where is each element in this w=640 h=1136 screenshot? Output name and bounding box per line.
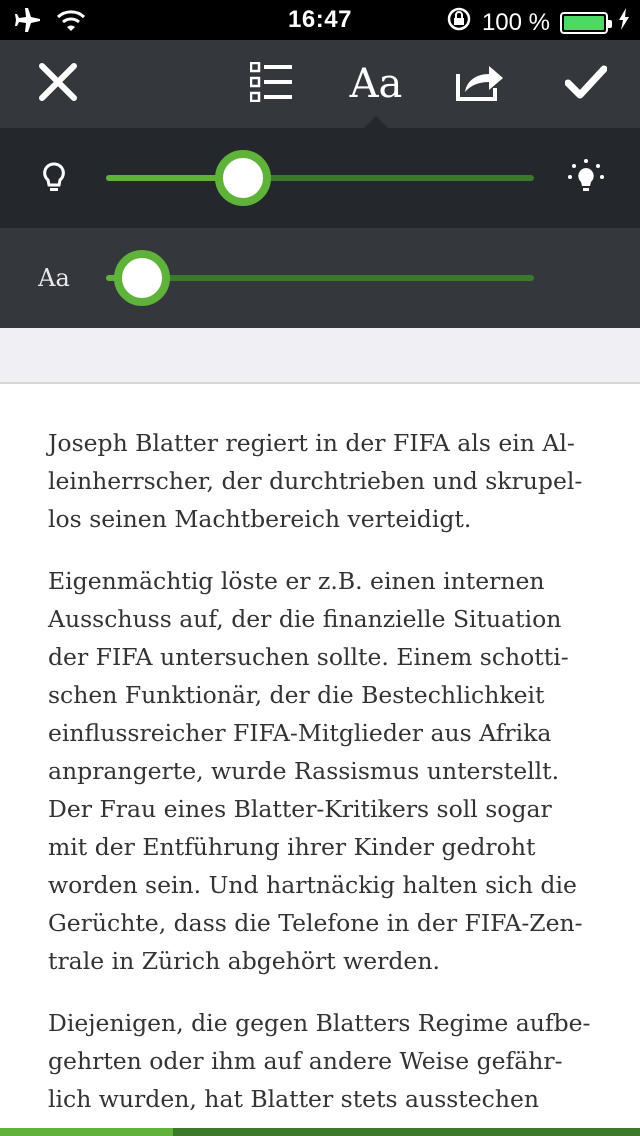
- article-line: Diejenigen, die gegen Blatters Regime au…: [48, 1009, 591, 1037]
- article-line: Der Frau eines Blatter-Kritikers soll so…: [48, 795, 552, 823]
- article-line: lich wurden, hat Blatter stets aussteche…: [48, 1085, 539, 1113]
- battery-icon: [560, 11, 612, 34]
- article-line: worden sein. Und hartnäckig halten sich …: [48, 871, 577, 899]
- font-size-slider-knob[interactable]: [114, 250, 171, 306]
- article-paragraph: Diejenigen, die gegen Blatters Regime au…: [48, 1004, 608, 1118]
- charging-icon: [618, 8, 630, 37]
- reader-toolbar: Aa: [0, 40, 640, 128]
- article-line: los seinen Machtbereich verteidigt.: [48, 505, 472, 533]
- article-line: schen Funktionär, der die Bestechlichkei…: [48, 681, 545, 709]
- font-size-slider[interactable]: [106, 250, 534, 306]
- battery-text: 100 %: [481, 8, 550, 36]
- article-body: Joseph Blatter regiert in der FIFA als e…: [48, 424, 608, 1136]
- share-button[interactable]: [440, 40, 520, 128]
- bulb-dim-icon: [34, 128, 74, 228]
- brightness-slider-knob[interactable]: [214, 150, 271, 206]
- article-paragraph: Eigenmächtig löste er z.B. einen interne…: [48, 562, 608, 980]
- article-line: mit der Entführung ihrer Kinder gedroht: [48, 833, 536, 861]
- checkmark-icon: [564, 65, 608, 103]
- list-icon: [249, 61, 292, 106]
- share-icon: [455, 62, 505, 106]
- done-button[interactable]: [546, 40, 626, 128]
- article-line: der FIFA untersuchen sollte. Einem schot…: [48, 643, 569, 671]
- font-size-label: Aa: [38, 264, 70, 292]
- font-size-row: Aa: [0, 228, 640, 328]
- brightness-row: [0, 128, 640, 228]
- brightness-slider[interactable]: [106, 150, 534, 206]
- article-line: Ausschuss auf, der die finanzielle Situa…: [48, 605, 562, 633]
- content-separator: [0, 328, 640, 384]
- font-icon: Aa: [349, 61, 403, 107]
- article-line: einflussreicher FIFA-Mitglieder aus Afri…: [48, 719, 552, 747]
- reading-progress-fill: [0, 1128, 173, 1136]
- article-line: Gerüchte, dass die Telefone in der FIFA-…: [48, 909, 583, 937]
- reading-progress-bar: [0, 1128, 640, 1136]
- font-settings-button[interactable]: Aa: [336, 40, 416, 128]
- menu-pointer: [364, 116, 388, 128]
- article-line: gehrten oder ihm auf andere Weise gefähr…: [48, 1047, 563, 1075]
- close-icon: [38, 62, 78, 106]
- article-paragraph: Joseph Blatter regiert in der FIFA als e…: [48, 424, 608, 538]
- article-line: trale in Zürich abgehört werden.: [48, 947, 440, 975]
- table-of-contents-button[interactable]: [231, 40, 311, 128]
- close-button[interactable]: [18, 40, 98, 128]
- article-line: anprangerte, wurde Rassismus unterstellt…: [48, 757, 560, 785]
- status-bar: 16:47 100 %: [0, 0, 640, 40]
- article-line: leinherrscher, der durchtrieben und skru…: [48, 467, 583, 495]
- article-line: Eigenmächtig löste er z.B. einen interne…: [48, 567, 545, 595]
- rotation-lock-icon: [446, 6, 472, 39]
- article-line: Joseph Blatter regiert in der FIFA als e…: [48, 429, 575, 457]
- bulb-bright-icon: [566, 128, 606, 228]
